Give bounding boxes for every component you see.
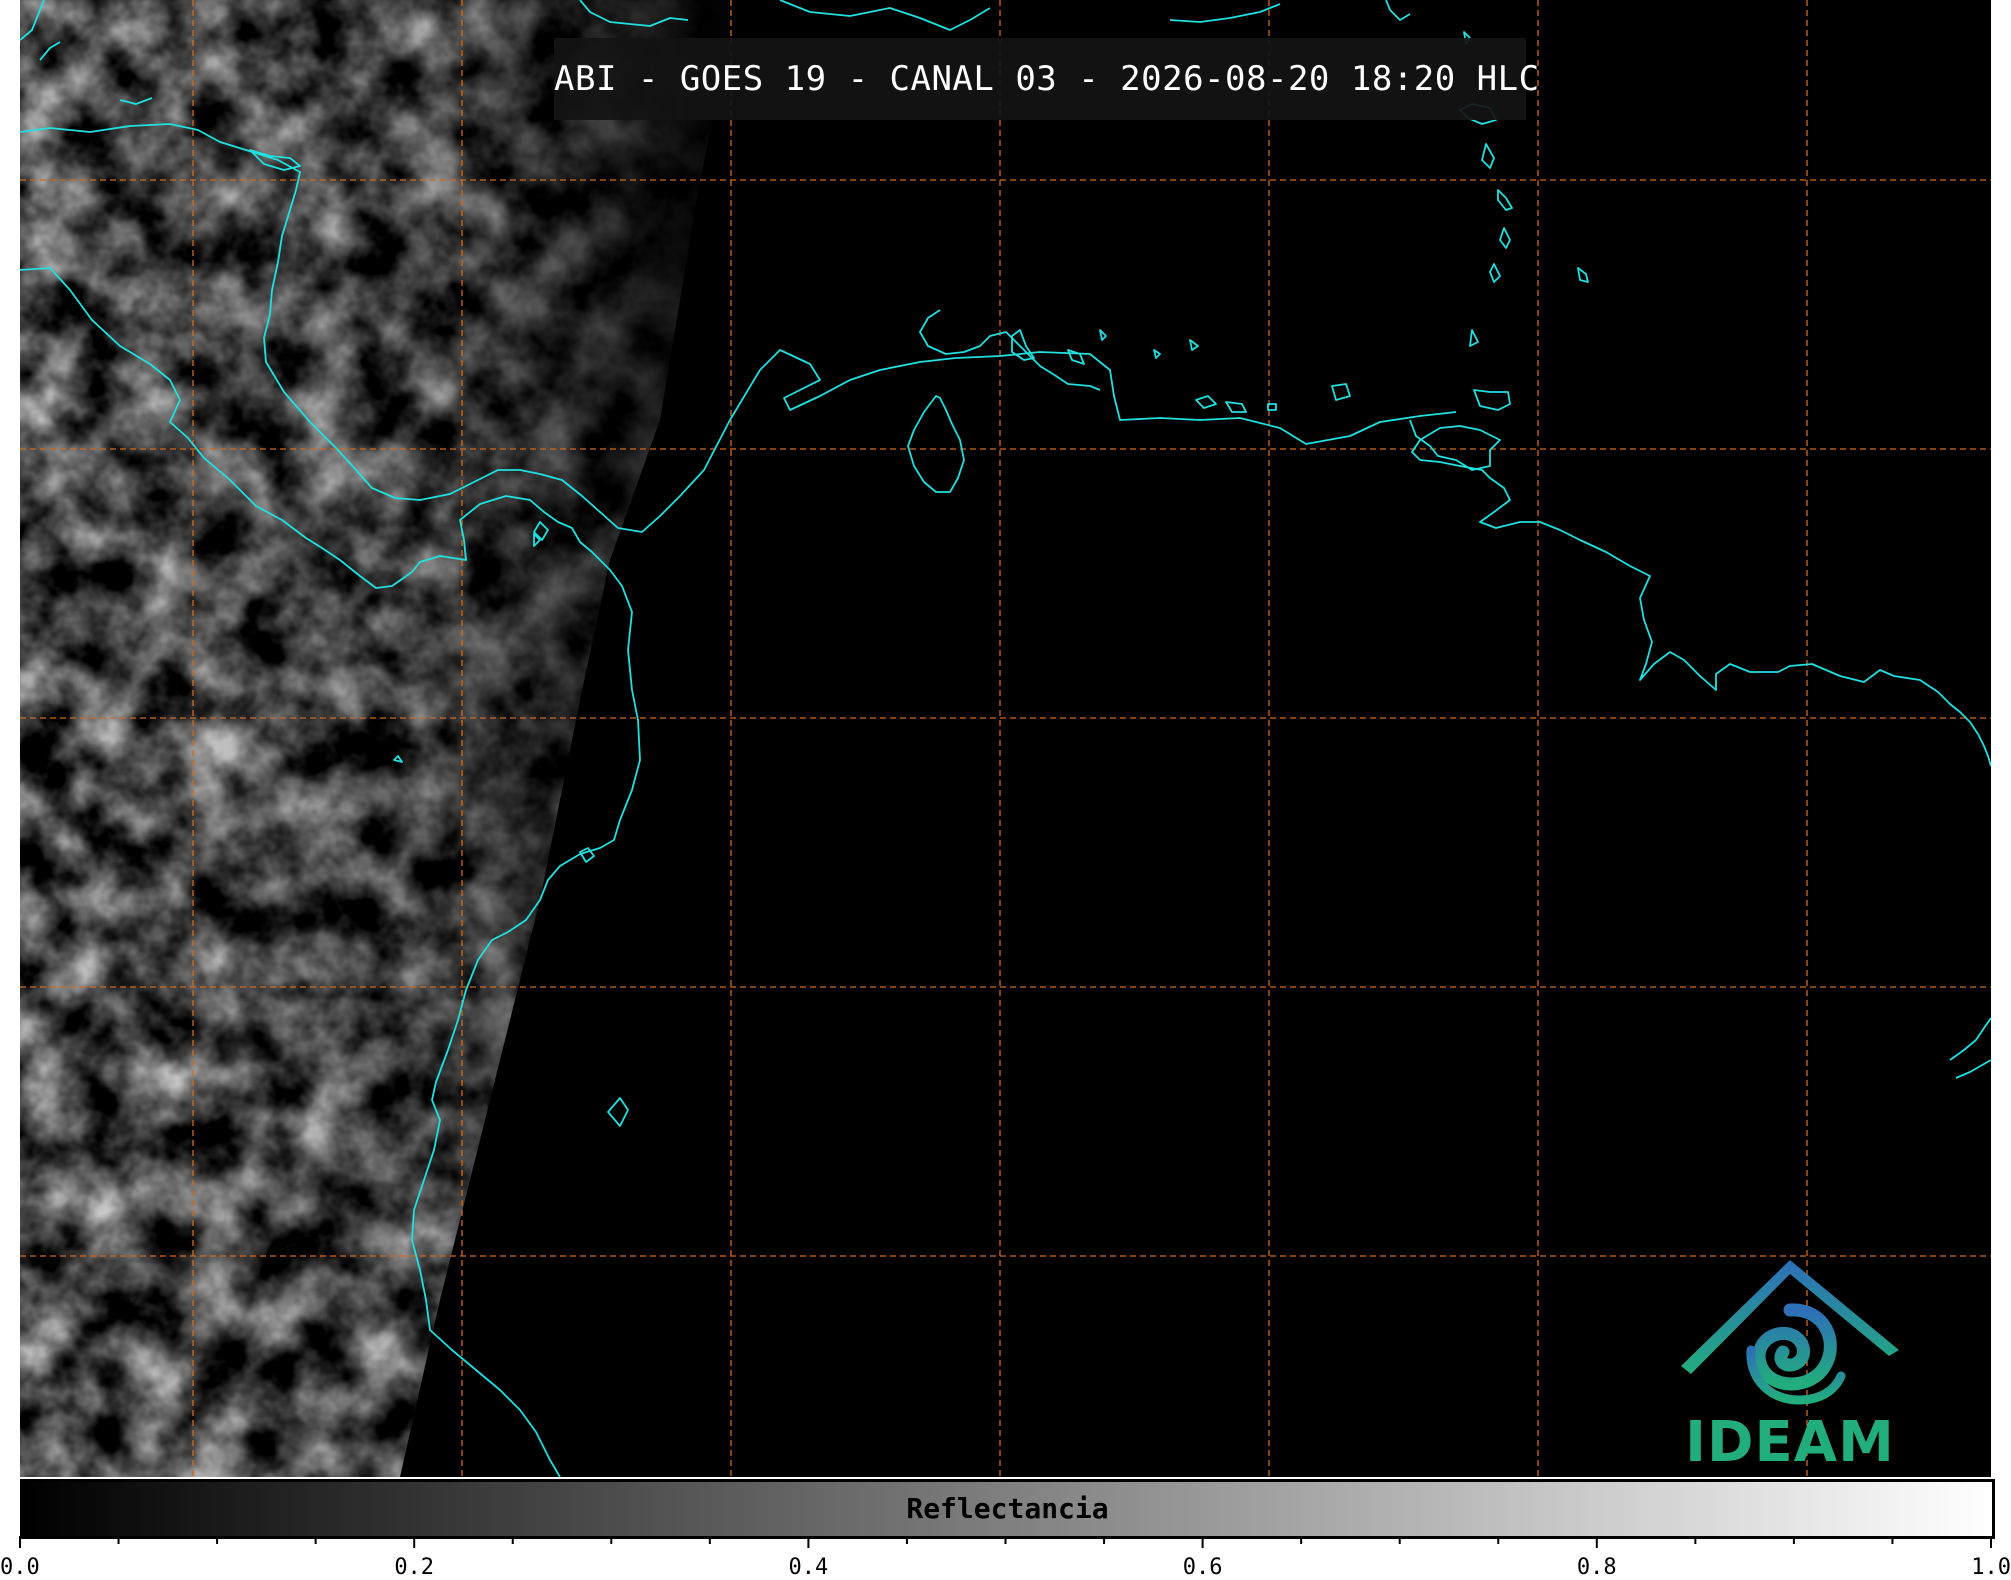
satellite-map[interactable]: ABI - GOES 19 - CANAL 03 - 2026-08-20 18…: [20, 0, 1991, 1477]
colorbar-tick-label: 0.2: [394, 1555, 435, 1580]
colorbar-tick-label: 1.0: [1971, 1555, 2011, 1580]
ideam-logo: IDEAM: [1675, 1250, 1905, 1475]
ideam-logo-text: IDEAM: [1685, 1410, 1895, 1475]
colorbar-tick-label: 0.4: [788, 1555, 829, 1580]
ideam-emblem-icon: [1681, 1260, 1899, 1405]
colorbar-ticks: [19, 1536, 1992, 1548]
map-title: ABI - GOES 19 - CANAL 03 - 2026-08-20 18…: [554, 38, 1539, 120]
colorbar-label: Reflectancia: [906, 1492, 1109, 1525]
colorbar-tick-label: 0.0: [0, 1555, 40, 1580]
colorbar-tick-label: 0.6: [1182, 1555, 1223, 1580]
colorbar-tick-label: 0.8: [1576, 1555, 1617, 1580]
colorbar: Reflectancia: [20, 1479, 1995, 1539]
